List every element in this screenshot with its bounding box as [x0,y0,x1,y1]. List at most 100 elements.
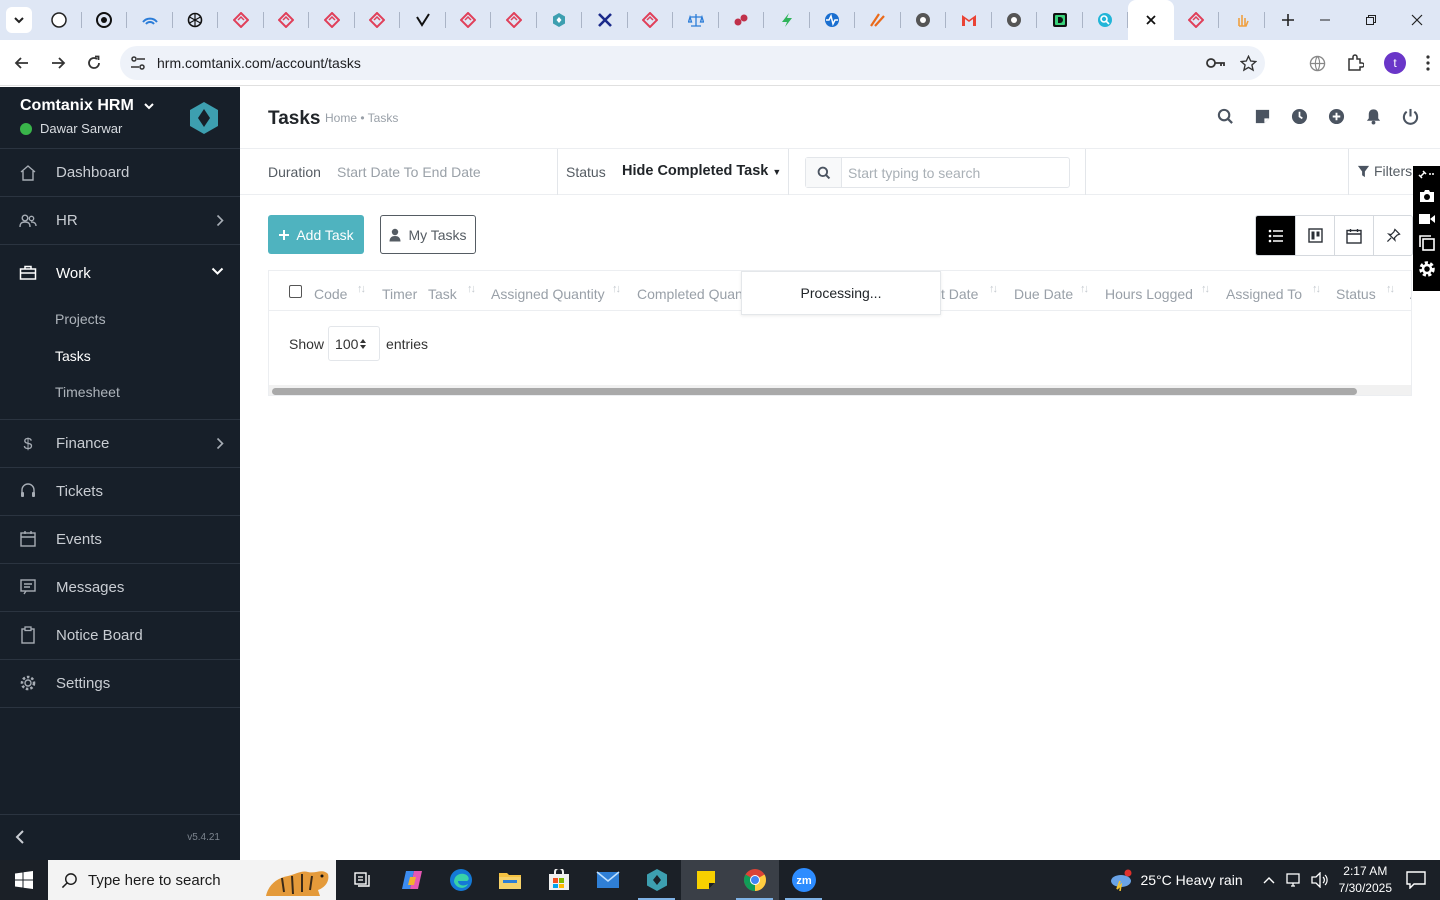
sort-arrows-icon[interactable]: ↑↓ [467,283,476,295]
extensions-button[interactable] [1346,54,1364,72]
timer-button[interactable] [1290,107,1309,126]
browser-tab[interactable] [628,0,674,40]
gear-icon[interactable] [1418,260,1436,278]
browser-tab[interactable] [446,0,492,40]
column-header[interactable]: Due Date [1014,286,1073,302]
browser-tab[interactable] [127,0,173,40]
weather-widget[interactable]: 25°C Heavy rain [1109,869,1243,891]
hrm-app[interactable] [632,860,681,900]
add-task-button[interactable]: Add Task [268,215,364,254]
status-dropdown[interactable]: Hide Completed Task ▼ [622,163,781,179]
sort-arrows-icon[interactable]: ↑↓ [1312,283,1321,295]
sort-arrows-icon[interactable]: ↑↓ [357,283,366,295]
network-button[interactable] [1285,872,1303,888]
column-header[interactable]: Status [1336,286,1376,302]
browser-tab[interactable] [992,0,1038,40]
task-view-button[interactable] [338,860,387,900]
browser-tab[interactable] [355,0,401,40]
browser-tab[interactable] [1083,0,1129,40]
volume-button[interactable] [1310,872,1329,888]
browser-tab[interactable] [1219,0,1265,40]
browser-tab[interactable] [1037,0,1083,40]
horizontal-scrollbar[interactable] [269,385,1411,395]
browser-tab[interactable] [264,0,310,40]
page-size-select[interactable]: 100 [328,326,381,361]
list-view-button[interactable] [1256,216,1295,255]
filters-button[interactable]: Filters [1357,163,1412,179]
sidebar-item-notice-board[interactable]: Notice Board [0,612,240,660]
browser-tab[interactable] [855,0,901,40]
column-header[interactable]: Timer [382,286,417,302]
sort-arrows-icon[interactable]: ↑↓ [1386,283,1395,295]
column-header[interactable]: Task [428,286,457,302]
forward-button[interactable] [40,45,76,81]
sort-arrows-icon[interactable]: ↑↓ [1080,283,1089,295]
calendar-view-button[interactable] [1334,216,1373,255]
date-range-input[interactable]: Start Date To End Date [337,164,481,180]
site-info-icon[interactable] [130,56,146,70]
minimize-button[interactable] [1302,0,1348,40]
browser-tab[interactable] [764,0,810,40]
sidebar-brand[interactable]: Comtanix HRM Dawar Sarwar [0,87,240,149]
sidebar-item-events[interactable]: Events [0,516,240,564]
close-window-button[interactable] [1394,0,1440,40]
copy-icon[interactable] [1418,235,1435,251]
browser-tab[interactable] [901,0,947,40]
sidebar-item-messages[interactable]: Messages [0,564,240,612]
browser-tab[interactable] [946,0,992,40]
search-input[interactable] [842,164,1062,181]
clock[interactable]: 2:17 AM 7/30/2025 [1339,863,1392,897]
restore-button[interactable] [1348,0,1394,40]
bookmark-star-button[interactable] [1240,54,1257,72]
browser-tab[interactable] [673,0,719,40]
translate-button[interactable] [1309,55,1326,72]
sticky-notes-app[interactable] [681,860,730,900]
pinned-view-button[interactable] [1373,216,1412,255]
column-header[interactable]: Assigned To [1226,286,1302,302]
notification-center-button[interactable] [1406,871,1426,889]
address-bar[interactable]: hrm.comtanix.com/account/tasks [120,46,1265,80]
quick-add-button[interactable] [1327,107,1346,126]
column-header[interactable]: Completed Quant [637,286,747,302]
browser-tab[interactable] [810,0,856,40]
file-explorer-app[interactable] [485,860,534,900]
chrome-app[interactable] [730,860,779,900]
store-app[interactable] [534,860,583,900]
sidebar-item-settings[interactable]: Settings [0,660,240,708]
select-all-checkbox[interactable] [289,285,302,298]
search-button[interactable] [1216,107,1235,126]
column-header[interactable]: Assigned Quantity [491,286,605,302]
sort-arrows-icon[interactable]: ↑↓ [989,283,998,295]
column-header[interactable]: Hours Logged [1105,286,1193,302]
reload-button[interactable] [76,45,112,81]
sticky-notes-button[interactable] [1253,107,1272,126]
video-icon[interactable] [1418,212,1436,226]
kanban-view-button[interactable] [1295,216,1334,255]
sort-arrows-icon[interactable]: ↑↓ [612,283,621,295]
browser-tab[interactable] [491,0,537,40]
link-icon[interactable] [1417,168,1436,180]
sidebar-item-tickets[interactable]: Tickets [0,468,240,516]
sidebar-item-work[interactable]: Work [0,245,240,301]
new-tab-button[interactable] [1275,7,1301,33]
browser-tab[interactable] [719,0,765,40]
scrollbar-thumb[interactable] [272,388,1357,395]
browser-tab[interactable] [1174,0,1220,40]
submenu-item-projects[interactable]: Projects [0,301,240,338]
show-hidden-icons-button[interactable] [1263,875,1275,885]
browser-tab[interactable] [82,0,128,40]
breadcrumb[interactable]: Home • Tasks [325,111,398,125]
password-key-button[interactable] [1206,56,1226,70]
sidebar-item-hr[interactable]: HR [0,197,240,245]
sidebar-item-dashboard[interactable]: Dashboard [0,149,240,197]
edge-app[interactable] [436,860,485,900]
browser-tab[interactable] [309,0,355,40]
collapse-sidebar-button[interactable] [14,829,26,845]
browser-tab[interactable] [537,0,583,40]
browser-tab[interactable] [173,0,219,40]
sort-arrows-icon[interactable]: ↑↓ [1201,283,1210,295]
mail-app[interactable] [583,860,632,900]
my-tasks-button[interactable]: My Tasks [380,215,476,254]
browser-tab-active[interactable] [1128,0,1174,40]
profile-avatar[interactable]: t [1384,52,1406,74]
